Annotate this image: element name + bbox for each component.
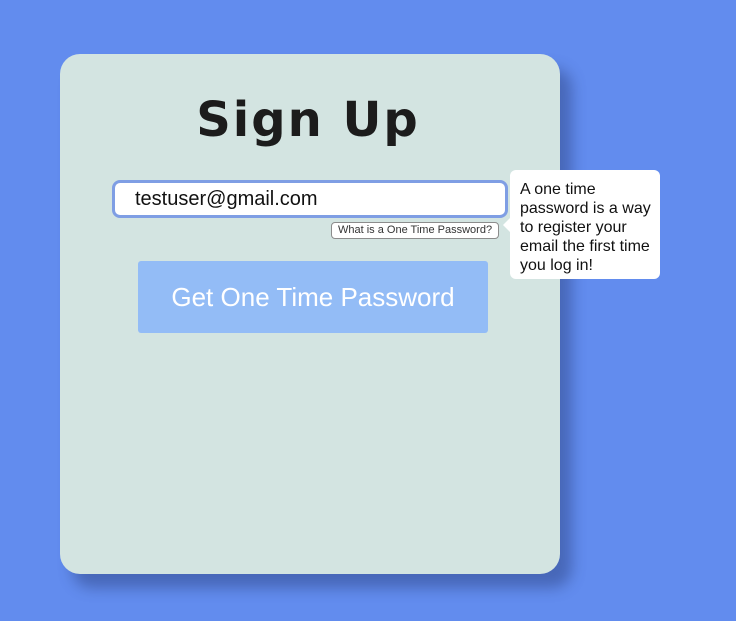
tooltip-arrow (503, 218, 510, 232)
signup-card: Sign Up What is a One Time Password? Get… (60, 54, 560, 574)
email-field[interactable] (112, 180, 508, 218)
page-title: Sign Up (196, 92, 420, 148)
otp-help-link[interactable]: What is a One Time Password? (331, 222, 500, 239)
otp-tooltip: A one time password is a way to register… (503, 170, 660, 279)
get-otp-button[interactable]: Get One Time Password (138, 261, 488, 333)
tooltip-text: A one time password is a way to register… (520, 181, 651, 274)
